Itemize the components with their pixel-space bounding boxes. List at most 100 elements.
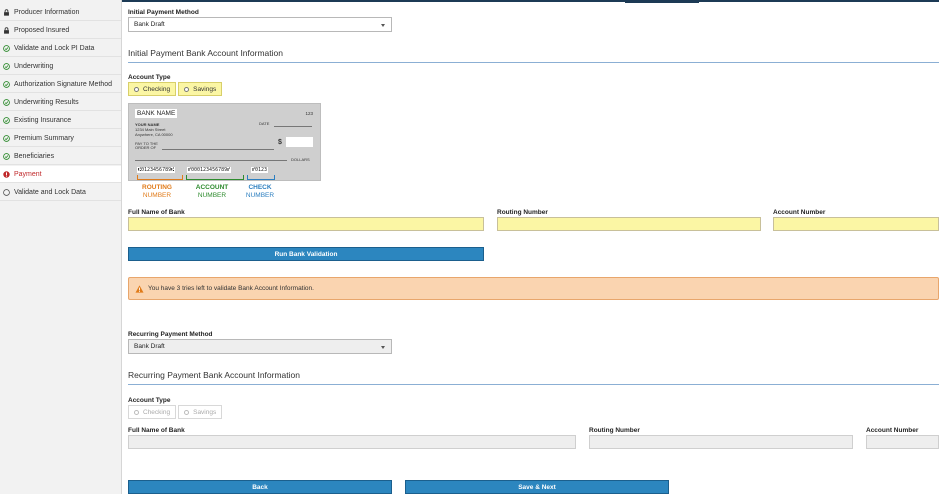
back-button[interactable]: Back (128, 480, 392, 494)
radio-circle-icon (184, 86, 190, 92)
sidebar-item-validate-lock-data[interactable]: Validate and Lock Data (0, 184, 121, 201)
recurring-savings-radio[interactable]: Savings (178, 405, 223, 419)
sidebar-item-label: Validate and Lock Data (14, 188, 86, 196)
initial-section-divider (128, 62, 939, 63)
radio-circle-icon (134, 409, 139, 415)
account-caption-bottom: NUMBER (197, 192, 227, 199)
initial-payment-method-value: Bank Draft (134, 21, 165, 28)
sidebar-item-validate-lock-pi[interactable]: Validate and Lock PI Data (0, 40, 121, 57)
initial-checking-radio[interactable]: Checking (128, 82, 177, 96)
sidebar-item-beneficiaries[interactable]: Beneficiaries (0, 148, 121, 165)
chevron-down-icon (381, 24, 385, 27)
sidebar-item-label: Underwriting (14, 62, 54, 70)
checking-label: Checking (143, 408, 171, 416)
recurring-account-label: Account Number (866, 427, 919, 434)
recurring-full-name-input[interactable] (128, 435, 576, 449)
routing-number-caption: ROUTING NUMBER (136, 184, 178, 200)
account-caption-top: ACCOUNT (195, 184, 229, 191)
check-dollar-sign: $ (278, 139, 282, 146)
initial-account-type-radio-group: Checking Savings (128, 82, 223, 96)
recurring-full-name-label: Full Name of Bank (128, 427, 185, 434)
sidebar-item-label: Authorization Signature Method (14, 80, 113, 88)
recurring-account-type-label: Account Type (128, 397, 171, 404)
check-city: Anywhere, CA 00000 (135, 132, 173, 137)
check-circle-icon (3, 152, 10, 160)
savings-label: Savings (193, 408, 217, 416)
routing-caption-top: ROUTING (142, 184, 172, 191)
check-bank-name: BANK NAME (135, 109, 178, 118)
lock-icon (3, 26, 10, 34)
recurring-payment-method-label: Recurring Payment Method (128, 331, 213, 338)
recurring-payment-method-select[interactable]: Bank Draft (128, 339, 392, 354)
sidebar-item-existing-insurance[interactable]: Existing Insurance (0, 112, 121, 129)
savings-label: Savings (193, 85, 217, 93)
run-bank-validation-button[interactable]: Run Bank Validation (128, 247, 484, 261)
check-micr-routing: ⑆0123456789⑆ (137, 167, 176, 173)
initial-payment-method-label: Initial Payment Method (128, 9, 199, 16)
validation-warning-alert: You have 3 tries left to validate Bank A… (128, 277, 939, 300)
sidebar-item-producer-information[interactable]: Producer Information (0, 4, 121, 21)
check-circle-icon (3, 116, 10, 124)
lock-icon (3, 8, 10, 16)
checking-label: Checking (143, 85, 171, 93)
error-circle-icon (3, 170, 10, 178)
routing-bracket (137, 175, 183, 180)
sidebar-item-label: Underwriting Results (14, 98, 79, 106)
chevron-down-icon (381, 346, 385, 349)
initial-routing-input[interactable] (497, 217, 761, 231)
sidebar-item-proposed-insured[interactable]: Proposed Insured (0, 22, 121, 39)
payment-page: Producer Information Proposed Insured Va… (0, 0, 939, 494)
check-circle-icon (3, 80, 10, 88)
sidebar-item-label: Premium Summary (14, 134, 74, 142)
initial-savings-radio[interactable]: Savings (178, 82, 223, 96)
recurring-routing-label: Routing Number (589, 427, 640, 434)
sidebar-item-label: Producer Information (14, 8, 80, 16)
sidebar-item-label: Proposed Insured (14, 26, 70, 34)
sidebar-item-label: Beneficiaries (14, 152, 55, 160)
check-number-caption: CHECK NUMBER (239, 184, 281, 200)
account-bracket (186, 175, 244, 180)
sidebar-item-underwriting[interactable]: Underwriting (0, 58, 121, 75)
account-number-caption: ACCOUNT NUMBER (191, 184, 233, 200)
check-number-text: 123 (305, 111, 313, 116)
check-circle-icon (3, 134, 10, 142)
check-circle-icon (3, 44, 10, 52)
check-date-line (274, 126, 312, 127)
main-content: Initial Payment Method Bank Draft Initia… (122, 0, 939, 494)
initial-routing-label: Routing Number (497, 209, 548, 216)
check-order-of: ORDER OF (135, 145, 157, 150)
sample-check-illustration: BANK NAME 123 YOUR NAME 1234 Main Street… (128, 103, 321, 181)
check-dollars-label: DOLLARS (291, 157, 310, 162)
recurring-section-title: Recurring Payment Bank Account Informati… (128, 370, 300, 380)
recurring-account-type-radio-group: Checking Savings (128, 405, 223, 419)
sidebar-item-premium-summary[interactable]: Premium Summary (0, 130, 121, 147)
check-bracket (247, 175, 275, 180)
initial-account-type-label: Account Type (128, 74, 171, 81)
check-circle-icon (3, 98, 10, 106)
empty-circle-icon (3, 188, 10, 196)
validation-warning-text: You have 3 tries left to validate Bank A… (148, 285, 314, 292)
check-amount-box (286, 137, 313, 147)
sidebar-item-authorization-signature[interactable]: Authorization Signature Method (0, 76, 121, 93)
routing-caption-bottom: NUMBER (142, 192, 172, 199)
radio-circle-icon (134, 86, 139, 92)
check-micr-check: ⑈0123 (251, 167, 269, 173)
recurring-checking-radio[interactable]: Checking (128, 405, 177, 419)
initial-full-name-label: Full Name of Bank (128, 209, 185, 216)
sidebar-item-label: Existing Insurance (14, 116, 72, 124)
recurring-routing-input[interactable] (589, 435, 853, 449)
recurring-section-divider (128, 384, 939, 385)
sidebar-item-label: Payment (14, 170, 42, 178)
sidebar-item-payment[interactable]: Payment (0, 166, 121, 183)
initial-payment-method-select[interactable]: Bank Draft (128, 17, 392, 32)
save-next-button[interactable]: Save & Next (405, 480, 669, 494)
check-caption-bottom: NUMBER (245, 192, 275, 199)
sidebar-nav: Producer Information Proposed Insured Va… (0, 0, 122, 494)
initial-account-input[interactable] (773, 217, 939, 231)
recurring-account-input[interactable] (866, 435, 939, 449)
check-date-label: DATE (259, 121, 270, 126)
initial-full-name-input[interactable] (128, 217, 484, 231)
sidebar-item-underwriting-results[interactable]: Underwriting Results (0, 94, 121, 111)
radio-circle-icon (184, 409, 190, 415)
recurring-payment-method-value: Bank Draft (134, 343, 165, 350)
